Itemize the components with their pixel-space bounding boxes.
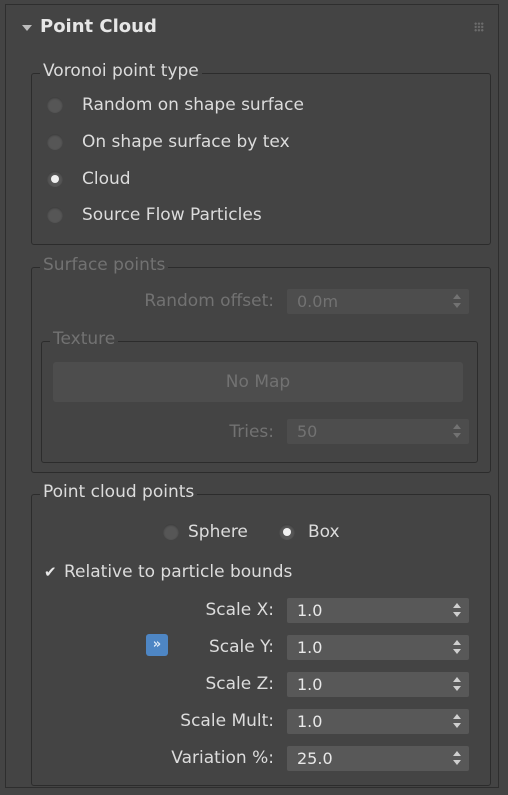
radio-label-sphere: Sphere <box>188 522 248 542</box>
radio-random-on-shape-surface[interactable] <box>47 97 63 113</box>
spinner-arrows-icon[interactable] <box>453 603 461 617</box>
tries-value: 50 <box>297 422 318 441</box>
scale-z-value: 1.0 <box>297 675 323 694</box>
relative-bounds-label: Relative to particle bounds <box>64 562 293 582</box>
scale-y-value: 1.0 <box>297 638 323 657</box>
spinner-arrows-icon[interactable] <box>453 751 461 765</box>
scale-z-label: Scale Z: <box>205 674 274 694</box>
scale-y-label: Scale Y: <box>209 637 274 657</box>
spinner-arrows-icon[interactable] <box>453 714 461 728</box>
relative-bounds-checkbox[interactable]: ✔ <box>44 565 58 580</box>
radio-source-flow-particles[interactable] <box>47 207 63 223</box>
scale-z-spinner[interactable]: 1.0 <box>287 672 469 697</box>
spinner-arrows-icon[interactable] <box>453 640 461 654</box>
rollout-title: Point Cloud <box>40 16 157 37</box>
radio-sphere[interactable] <box>163 524 179 540</box>
spinner-arrows-icon[interactable] <box>453 424 461 438</box>
collapse-arrow-icon[interactable] <box>22 25 32 31</box>
cloud-group-title: Point cloud points <box>40 482 198 502</box>
radio-cloud[interactable] <box>47 171 63 187</box>
radio-box[interactable] <box>279 524 295 540</box>
variation-label: Variation %: <box>171 748 274 768</box>
variation-value: 25.0 <box>297 749 333 768</box>
scale-y-spinner[interactable]: 1.0 <box>287 635 469 660</box>
scale-mult-spinner[interactable]: 1.0 <box>287 709 469 734</box>
scale-mult-value: 1.0 <box>297 712 323 731</box>
random-offset-value: 0.0m <box>297 292 339 311</box>
scale-x-spinner[interactable]: 1.0 <box>287 598 469 623</box>
radio-label-random-on-shape-surface: Random on shape surface <box>82 95 304 115</box>
radio-on-shape-surface-by-tex[interactable] <box>47 134 63 150</box>
radio-label-source-flow-particles: Source Flow Particles <box>82 205 262 225</box>
variation-spinner[interactable]: 25.0 <box>287 746 469 771</box>
radio-label-box: Box <box>308 522 340 542</box>
texture-group-title: Texture <box>50 329 119 349</box>
point-cloud-rollout: Point Cloud Voronoi point type Random on… <box>5 4 499 788</box>
scale-x-label: Scale X: <box>205 600 274 620</box>
scale-mult-label: Scale Mult: <box>180 711 274 731</box>
radio-label-on-shape-surface-by-tex: On shape surface by tex <box>82 132 290 152</box>
tries-spinner[interactable]: 50 <box>287 419 469 444</box>
no-map-button[interactable]: No Map <box>53 362 463 402</box>
scale-x-value: 1.0 <box>297 601 323 620</box>
spinner-arrows-icon[interactable] <box>453 294 461 308</box>
voronoi-group-title: Voronoi point type <box>40 61 202 81</box>
texture-group: Texture <box>41 329 478 463</box>
spinner-arrows-icon[interactable] <box>453 677 461 691</box>
surface-group-title: Surface points <box>40 255 169 275</box>
radio-label-cloud: Cloud <box>82 169 131 189</box>
random-offset-label: Random offset: <box>144 291 274 311</box>
tries-label: Tries: <box>229 422 274 442</box>
random-offset-spinner[interactable]: 0.0m <box>287 289 469 314</box>
drag-grip-icon[interactable] <box>474 22 484 32</box>
rollout-header[interactable]: Point Cloud <box>6 5 498 51</box>
